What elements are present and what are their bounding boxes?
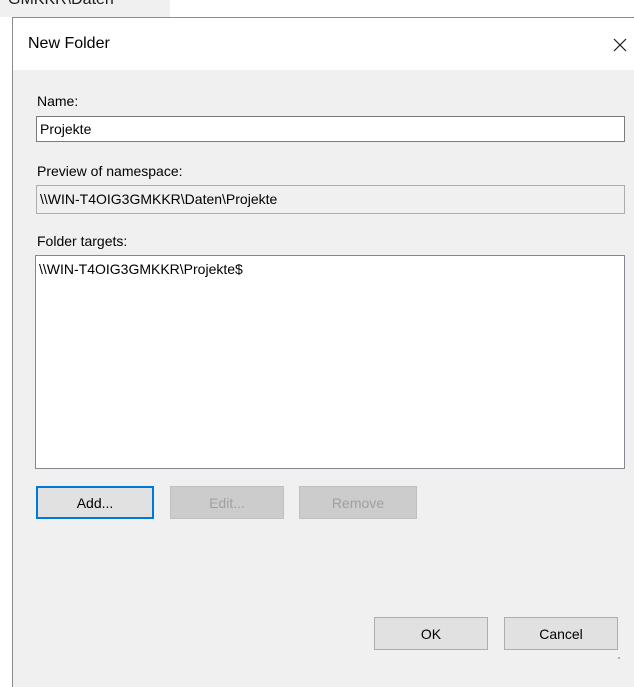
list-item[interactable]: \\WIN-T4OIG3GMKKR\Projekte$ <box>39 260 621 278</box>
close-icon <box>613 38 627 52</box>
resize-grip-icon[interactable] <box>618 657 622 661</box>
preview-label: Preview of namespace: <box>37 163 183 179</box>
ok-button[interactable]: OK <box>374 617 488 650</box>
folder-targets-label: Folder targets: <box>37 233 128 249</box>
folder-targets-list[interactable]: \\WIN-T4OIG3GMKKR\Projekte$ <box>35 255 625 469</box>
cancel-button[interactable]: Cancel <box>504 617 618 650</box>
name-input[interactable] <box>36 116 625 142</box>
edit-button[interactable]: Edit... <box>170 486 284 519</box>
remove-button[interactable]: Remove <box>299 486 417 519</box>
preview-value: \\WIN-T4OIG3GMKKR\Daten\Projekte <box>40 191 278 207</box>
background-window-strip: GMKKR\Daten <box>0 0 170 17</box>
add-button[interactable]: Add... <box>36 486 154 519</box>
dialog-titlebar[interactable]: New Folder <box>13 18 634 70</box>
new-folder-dialog: New Folder Name: Preview of namespace: \… <box>12 17 634 687</box>
name-label: Name: <box>37 93 79 109</box>
background-window-path: GMKKR\Daten <box>8 0 114 9</box>
close-button[interactable] <box>603 28 634 62</box>
dialog-title: New Folder <box>28 35 110 52</box>
preview-field: \\WIN-T4OIG3GMKKR\Daten\Projekte <box>36 185 625 214</box>
